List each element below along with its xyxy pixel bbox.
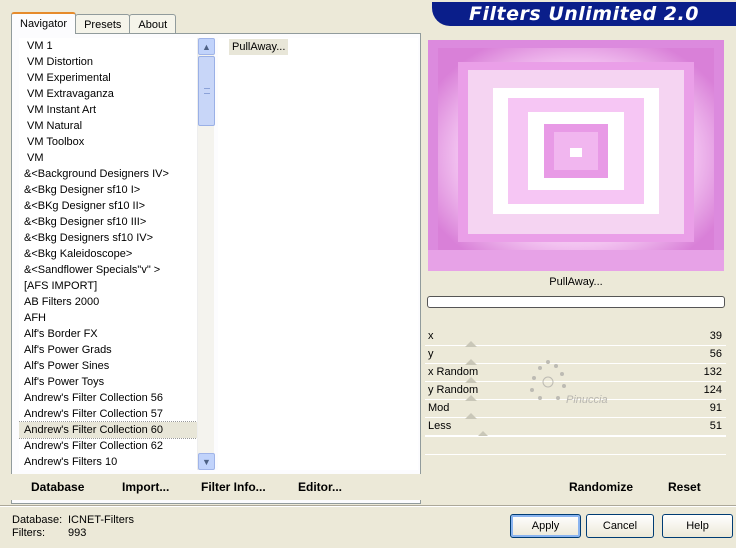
parameter-toolbar: Randomize Reset <box>424 474 726 500</box>
param-label: Mod <box>428 402 450 414</box>
param-label: y <box>428 348 434 360</box>
list-item[interactable]: &<Bkg Kaleidoscope> <box>19 246 197 262</box>
app-title: Filters Unlimited 2.0 <box>469 3 699 25</box>
filters-label: Filters: <box>12 527 45 539</box>
filter-item-pullaway[interactable]: PullAway... <box>229 39 289 55</box>
list-item[interactable]: &<BKg Designer sf10 II> <box>19 198 197 214</box>
reset-button[interactable]: Reset <box>668 480 701 494</box>
list-item[interactable]: VM 1 <box>19 38 197 54</box>
apply-button[interactable]: Apply <box>510 514 581 538</box>
database-value: ICNET-Filters <box>68 514 134 526</box>
help-button[interactable]: Help <box>662 514 733 538</box>
filters-count: 993 <box>68 527 87 539</box>
list-item[interactable]: VM Extravaganza <box>19 86 197 102</box>
param-value: 124 <box>703 384 722 396</box>
chevron-down-icon: ▼ <box>202 456 211 467</box>
param-row-x[interactable]: x 39 <box>425 328 726 347</box>
scroll-up-button[interactable]: ▲ <box>198 38 215 55</box>
chevron-up-icon: ▲ <box>202 41 211 52</box>
randomize-button[interactable]: Randomize <box>569 480 633 494</box>
database-label: Database: <box>12 514 63 526</box>
param-value: 56 <box>709 348 722 360</box>
list-item[interactable]: &<Bkg Designer sf10 III> <box>19 214 197 230</box>
tab-bar: Navigator Presets About <box>11 12 177 34</box>
list-item[interactable]: VM Experimental <box>19 70 197 86</box>
list-item[interactable]: VM Distortion <box>19 54 197 70</box>
param-label: x <box>428 330 434 342</box>
empty-param-slot <box>425 436 726 437</box>
tab-navigator[interactable]: Navigator <box>11 12 77 34</box>
cancel-button[interactable]: Cancel <box>586 514 654 538</box>
list-item[interactable]: Andrew's Filter Collection 60 <box>19 421 197 439</box>
list-item[interactable]: Andrew's Filter Collection 57 <box>19 406 197 422</box>
param-label: Less <box>428 420 452 432</box>
list-item[interactable]: VM Toolbox <box>19 134 197 150</box>
param-value: 91 <box>709 402 722 414</box>
list-item[interactable]: VM Instant Art <box>19 102 197 118</box>
watermark-text: Pinuccia <box>566 394 608 406</box>
filter-info-button[interactable]: Filter Info... <box>201 480 266 494</box>
filter-list-effects[interactable]: PullAway... <box>218 38 418 470</box>
database-button[interactable]: Database <box>31 480 84 494</box>
list-item[interactable]: AFH <box>19 310 197 326</box>
empty-param-slot <box>425 454 726 455</box>
preview-image <box>428 40 724 271</box>
list-item[interactable]: Andrew's Filter Collection 62 <box>19 438 197 454</box>
list-item[interactable]: AB Filters 2000 <box>19 294 197 310</box>
status-info: Database: ICNET-Filters Filters: 993 <box>12 514 134 540</box>
filter-list-scrollbar[interactable]: ▲ ▼ <box>197 38 215 470</box>
list-item[interactable]: Andrew's Filter Collection 56 <box>19 390 197 406</box>
footer-separator <box>0 505 736 507</box>
list-item[interactable]: Andrew's Filters 10 <box>19 454 197 470</box>
list-item[interactable]: Alf's Power Grads <box>19 342 197 358</box>
param-value: 51 <box>709 420 722 432</box>
list-item[interactable]: &<Background Designers IV> <box>19 166 197 182</box>
list-item[interactable]: [AFS IMPORT] <box>19 278 197 294</box>
preview-graphic <box>428 40 724 271</box>
param-value: 39 <box>709 330 722 342</box>
filter-category-list[interactable]: VM 1 VM Distortion VM Experimental VM Extra… <box>19 38 197 470</box>
tab-about[interactable]: About <box>129 14 177 34</box>
tab-presets[interactable]: Presets <box>75 14 131 34</box>
navigator-toolbar: Database Import... Filter Info... Editor… <box>11 474 421 500</box>
list-item[interactable]: &<Bkg Designers sf10 IV> <box>19 230 197 246</box>
list-item[interactable]: Alf's Power Toys <box>19 374 197 390</box>
scroll-down-button[interactable]: ▼ <box>198 453 215 470</box>
import-button[interactable]: Import... <box>122 480 169 494</box>
watermark: Pinuccia <box>518 352 638 422</box>
scroll-thumb[interactable] <box>198 56 215 126</box>
app-title-banner: Filters Unlimited 2.0 <box>432 2 736 26</box>
list-item[interactable]: &<Bkg Designer sf10 I> <box>19 182 197 198</box>
preview-filter-name: PullAway... <box>549 276 603 288</box>
list-item[interactable]: &<Sandflower Specials"v" > <box>19 262 197 278</box>
list-item[interactable]: Alf's Border FX <box>19 326 197 342</box>
render-progress-bar <box>427 296 725 308</box>
list-item[interactable]: VM Natural <box>19 118 197 134</box>
list-item[interactable]: Alf's Power Sines <box>19 358 197 374</box>
param-value: 132 <box>703 366 722 378</box>
editor-button[interactable]: Editor... <box>298 480 342 494</box>
list-item[interactable]: VM <box>19 150 197 166</box>
